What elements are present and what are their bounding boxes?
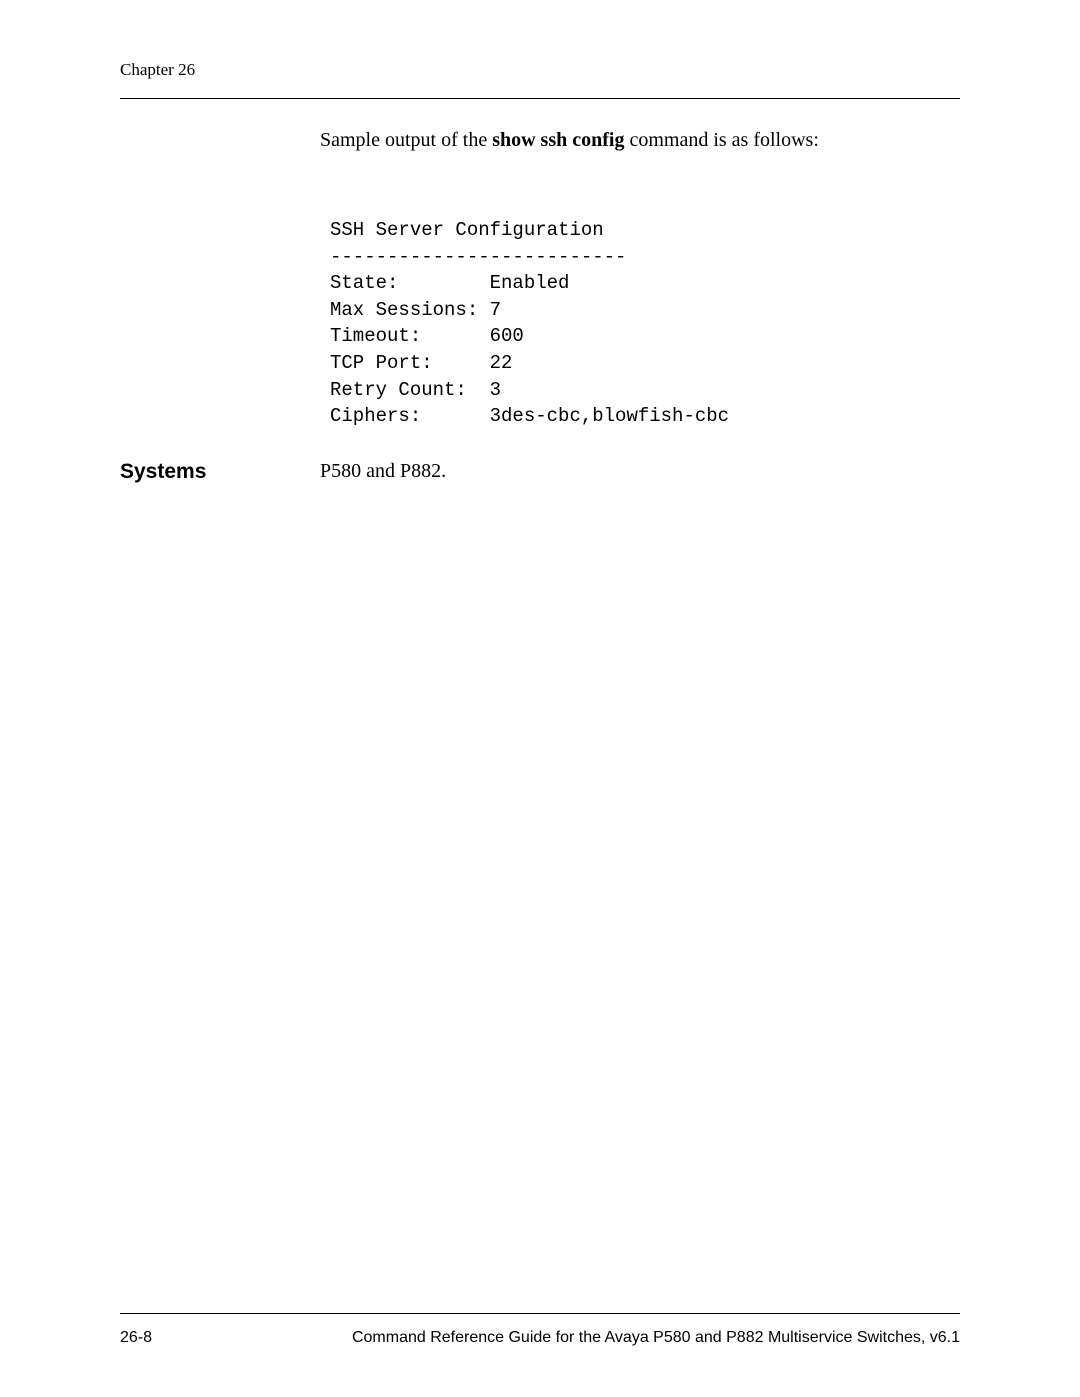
systems-row: Systems P580 and P882. [120,460,960,484]
intro-prefix: Sample output of the [320,129,492,151]
footer-page-number: 26-8 [120,1329,152,1347]
ssh-config-output: SSH Server Configuration ---------------… [330,217,960,430]
footer-title: Command Reference Guide for the Avaya P5… [352,1329,960,1347]
systems-value: P580 and P882. [320,460,446,483]
intro-command: show ssh config [492,129,624,151]
page-content: Sample output of the show ssh config com… [120,129,960,1313]
systems-label: Systems [120,460,320,484]
page-header: Chapter 26 [120,60,960,99]
document-page: Chapter 26 Sample output of the show ssh… [0,0,1080,1397]
intro-suffix: command is as follows: [624,129,818,151]
page-footer: 26-8 Command Reference Guide for the Ava… [120,1313,960,1347]
intro-text: Sample output of the show ssh config com… [320,129,960,152]
chapter-label: Chapter 26 [120,60,195,79]
